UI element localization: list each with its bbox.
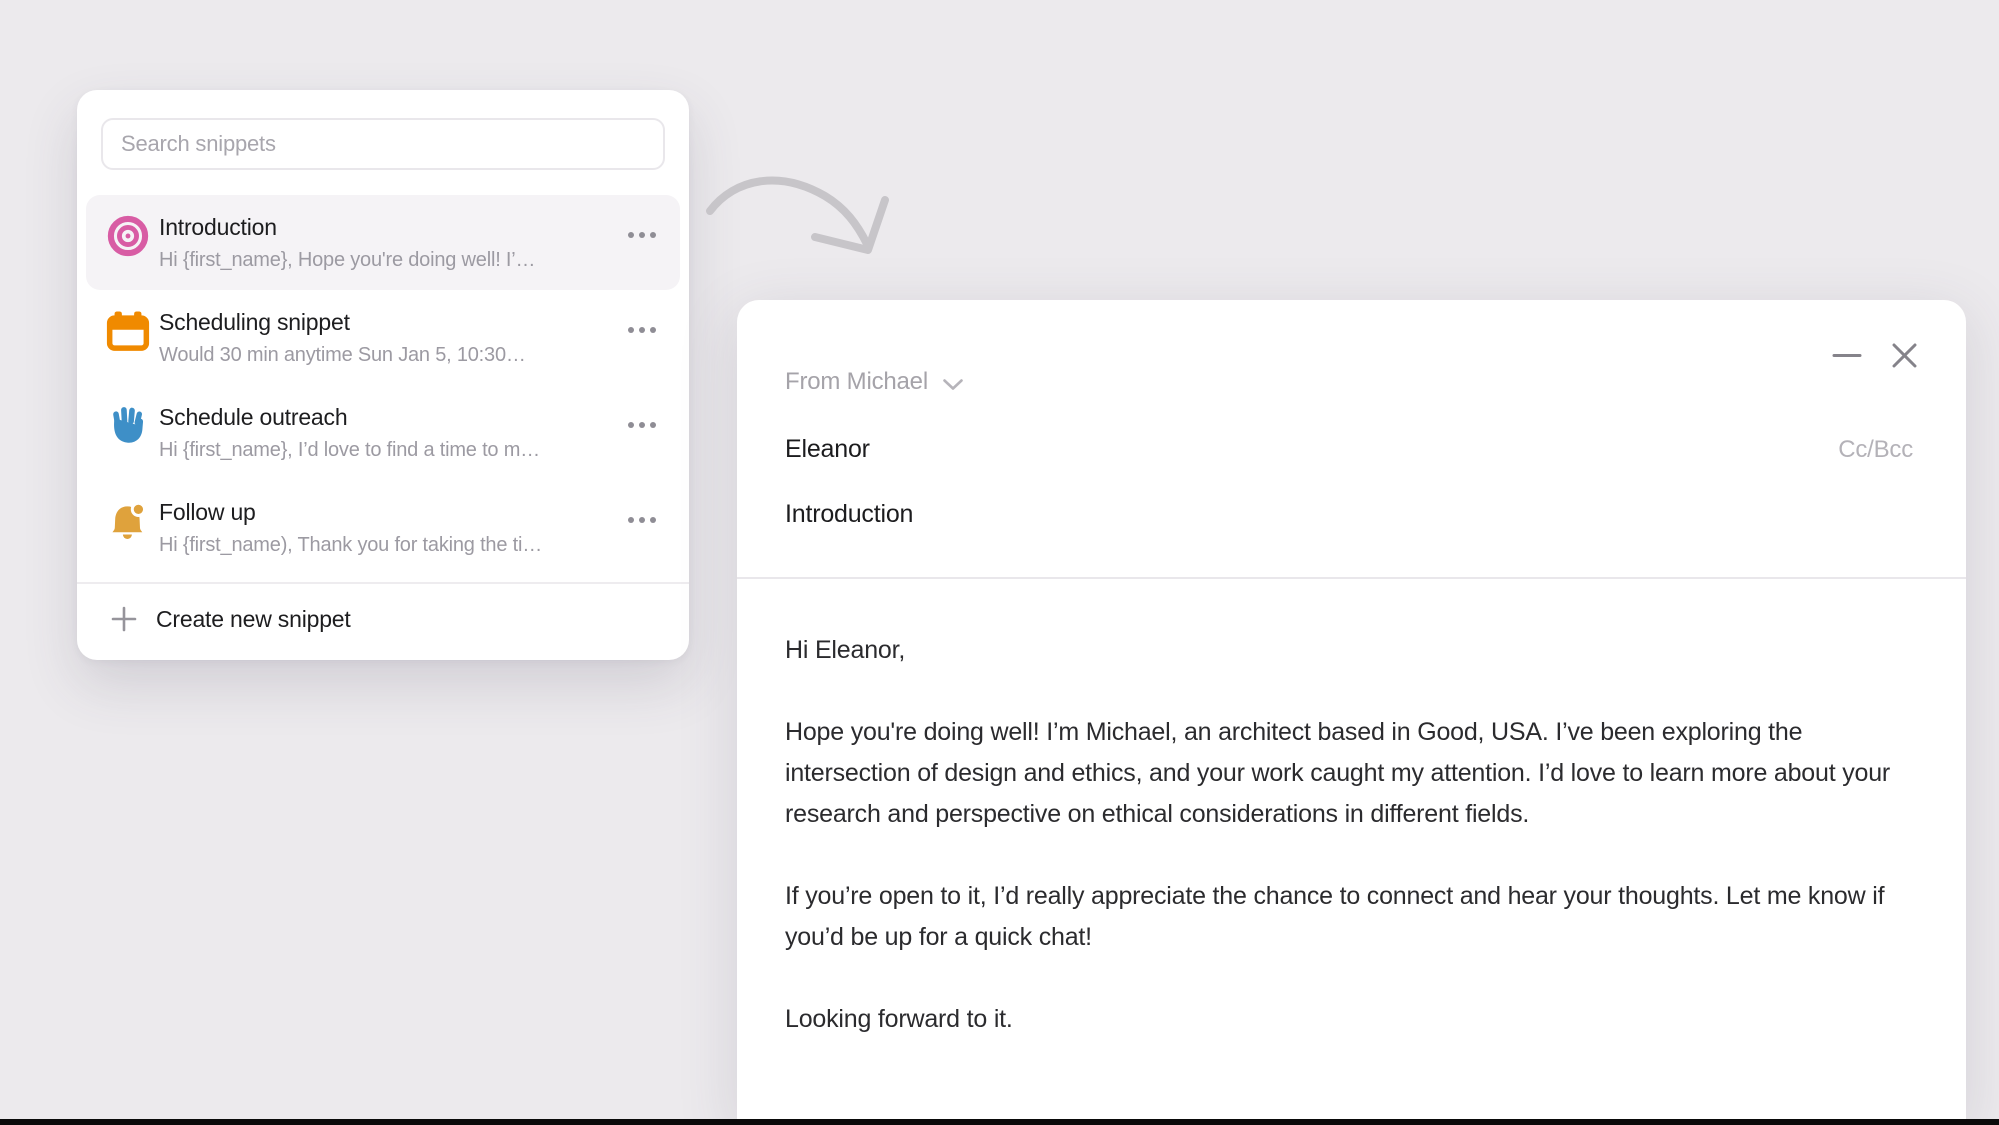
from-selector[interactable]: From Michael [785,367,964,397]
body-greeting: Hi Eleanor, [785,630,1902,671]
plus-icon [110,605,138,633]
chevron-down-icon [942,378,964,391]
snippet-preview: Hi {first_name}, Hope you're doing well!… [159,245,628,276]
snippet-title: Introduction [159,212,628,243]
search-input[interactable] [101,118,665,170]
cc-bcc-button[interactable]: Cc/Bcc [1838,434,1913,465]
subject-field[interactable]: Introduction [785,499,913,530]
recipient-field[interactable]: Eleanor Cc/Bcc [785,434,1913,465]
snippet-preview: Hi {first_name), Thank you for taking th… [159,530,628,561]
recipient-value: Eleanor [785,434,870,465]
snippet-preview: Hi {first_name}, I’d love to find a time… [159,435,628,466]
curved-arrow-icon [695,158,905,273]
target-icon [106,214,150,258]
snippet-preview: Would 30 min anytime Sun Jan 5, 10:30… [159,340,628,371]
calendar-icon [106,309,150,353]
from-label: From Michael [785,367,928,397]
minimize-button[interactable] [1832,342,1862,369]
snippet-item-follow-up[interactable]: Follow up Hi {first_name), Thank you for… [86,480,680,575]
snippet-title: Follow up [159,497,628,528]
body-paragraph: If you’re open to it, I’d really appreci… [785,876,1902,958]
bell-icon [106,499,150,543]
email-compose-window: From Michael Eleanor Cc/Bcc Introduction… [737,300,1966,1125]
snippet-item-schedule-outreach[interactable]: Schedule outreach Hi {first_name}, I’d l… [86,385,680,480]
more-options-button[interactable] [628,321,656,339]
body-closing: Looking forward to it. [785,999,1902,1040]
snippet-item-scheduling[interactable]: Scheduling snippet Would 30 min anytime … [86,290,680,385]
body-paragraph: Hope you're doing well! I’m Michael, an … [785,712,1902,835]
more-options-button[interactable] [628,416,656,434]
more-options-button[interactable] [628,511,656,529]
email-body-editor[interactable]: Hi Eleanor, Hope you're doing well! I’m … [785,630,1902,1040]
subject-value: Introduction [785,500,913,528]
screen-bottom-edge [0,1119,1999,1125]
snippet-title: Scheduling snippet [159,307,628,338]
more-options-button[interactable] [628,226,656,244]
minimize-icon [1832,342,1862,369]
header-body-divider [737,577,1966,579]
create-new-snippet-label: Create new snippet [156,606,351,633]
create-new-snippet-button[interactable]: Create new snippet [77,584,689,654]
snippet-title: Schedule outreach [159,402,628,433]
close-icon [1891,342,1918,369]
snippet-list: Introduction Hi {first_name}, Hope you'r… [86,195,680,575]
close-button[interactable] [1891,342,1918,369]
snippets-panel: Introduction Hi {first_name}, Hope you'r… [77,90,689,660]
raised-hand-icon [106,404,150,448]
snippet-item-introduction[interactable]: Introduction Hi {first_name}, Hope you'r… [86,195,680,290]
